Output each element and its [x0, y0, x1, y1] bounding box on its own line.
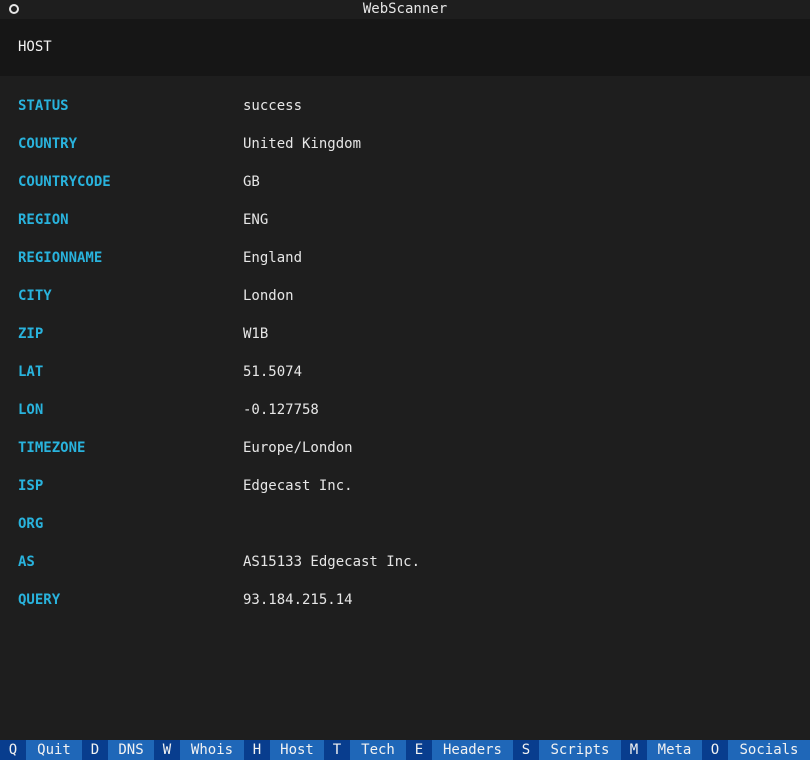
- footer-key-headers[interactable]: E: [406, 740, 432, 760]
- footer-action-host[interactable]: Host: [270, 740, 324, 760]
- footer-action-headers[interactable]: Headers: [432, 740, 513, 760]
- info-value: W1B: [243, 326, 269, 342]
- info-row-countrycode: COUNTRYCODE GB: [0, 173, 810, 191]
- footer-action-meta[interactable]: Meta: [647, 740, 702, 760]
- info-row-lat: LAT 51.5074: [0, 363, 810, 381]
- info-key: ZIP: [18, 326, 44, 342]
- footer-key-tech[interactable]: T: [324, 740, 350, 760]
- info-row-isp: ISP Edgecast Inc.: [0, 477, 810, 495]
- footer-action-quit[interactable]: Quit: [26, 740, 82, 760]
- info-row-city: CITY London: [0, 287, 810, 305]
- info-value: success: [243, 98, 303, 114]
- footer-key-quit[interactable]: Q: [0, 740, 26, 760]
- info-row-country: COUNTRY United Kingdom: [0, 135, 810, 153]
- footer-action-scripts[interactable]: Scripts: [539, 740, 621, 760]
- info-value: ENG: [243, 212, 269, 228]
- info-row-as: AS AS15133 Edgecast Inc.: [0, 553, 810, 571]
- footer-action-socials[interactable]: Socials: [728, 740, 810, 760]
- host-info-panel: STATUS success COUNTRY United Kingdom CO…: [0, 76, 810, 740]
- info-key: REGION: [18, 212, 69, 228]
- footer-key-scripts[interactable]: S: [513, 740, 539, 760]
- info-value: Edgecast Inc.: [243, 478, 353, 494]
- info-row-lon: LON -0.127758: [0, 401, 810, 419]
- page-title: HOST: [18, 39, 52, 55]
- info-row-org: ORG: [0, 515, 810, 533]
- footer-action-dns[interactable]: DNS: [108, 740, 154, 760]
- section-header: HOST: [0, 19, 810, 76]
- info-value: GB: [243, 174, 260, 190]
- info-value: -0.127758: [243, 402, 319, 418]
- info-value: United Kingdom: [243, 136, 362, 152]
- info-key: LAT: [18, 364, 44, 380]
- info-key: TIMEZONE: [18, 440, 86, 456]
- footer-key-host[interactable]: H: [244, 740, 270, 760]
- info-key: CITY: [18, 288, 52, 304]
- title-bar: WebScanner: [0, 0, 810, 19]
- info-row-timezone: TIMEZONE Europe/London: [0, 439, 810, 457]
- info-value: AS15133 Edgecast Inc.: [243, 554, 421, 570]
- info-key: AS: [18, 554, 35, 570]
- info-key: REGIONNAME: [18, 250, 103, 266]
- info-key: ORG: [18, 516, 44, 532]
- footer-key-socials[interactable]: O: [702, 740, 728, 760]
- footer-action-tech[interactable]: Tech: [350, 740, 406, 760]
- info-value: Europe/London: [243, 440, 353, 456]
- footer-key-dns[interactable]: D: [82, 740, 108, 760]
- footer-key-whois[interactable]: W: [154, 740, 180, 760]
- footer-key-meta[interactable]: M: [621, 740, 647, 760]
- info-row-zip: ZIP W1B: [0, 325, 810, 343]
- info-value: 51.5074: [243, 364, 303, 380]
- info-row-regionname: REGIONNAME England: [0, 249, 810, 267]
- info-key: ISP: [18, 478, 44, 494]
- key-bindings-footer: Q Quit D DNS W Whois H Host T Tech E Hea…: [0, 740, 810, 760]
- info-key: COUNTRY: [18, 136, 78, 152]
- info-key: STATUS: [18, 98, 69, 114]
- info-value: 93.184.215.14: [243, 592, 353, 608]
- info-value: London: [243, 288, 294, 304]
- info-value: England: [243, 250, 303, 266]
- info-row-query: QUERY 93.184.215.14: [0, 591, 810, 609]
- window-title: WebScanner: [362, 1, 448, 17]
- info-key: COUNTRYCODE: [18, 174, 111, 190]
- info-row-region: REGION ENG: [0, 211, 810, 229]
- info-row-status: STATUS success: [0, 97, 810, 115]
- info-key: LON: [18, 402, 44, 418]
- info-key: QUERY: [18, 592, 61, 608]
- footer-action-whois[interactable]: Whois: [180, 740, 244, 760]
